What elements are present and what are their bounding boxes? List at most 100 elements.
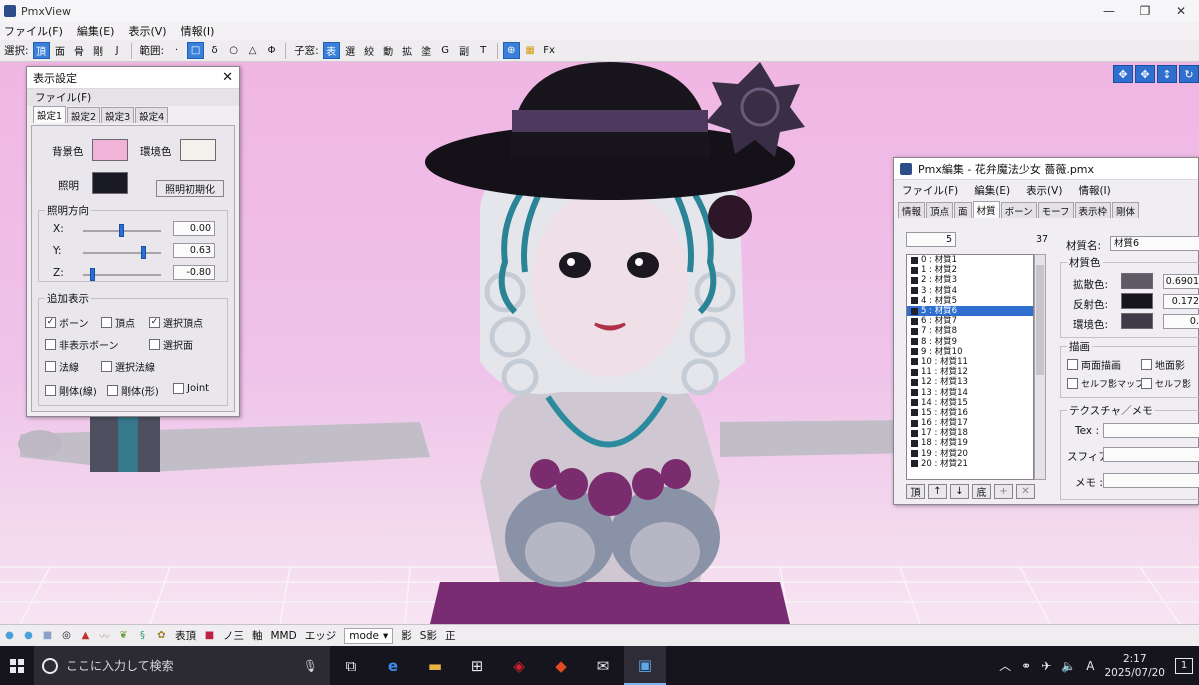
material-list-item[interactable]: 19 : 材質20 [907,449,1033,459]
rigid-line-check-box[interactable] [45,385,56,396]
child-filter-button[interactable]: 絞 [361,42,378,59]
vertex-check-box[interactable] [101,317,112,328]
joint-checkbox[interactable]: Joint [173,383,209,394]
status-axis-display[interactable]: 軸 [248,628,267,643]
child-g-button[interactable]: G [437,42,454,59]
start-button[interactable] [0,646,34,685]
ground-shadow-check-box[interactable] [1141,359,1152,370]
normal-checkbox[interactable]: 法線 [45,359,79,374]
hidden-bone-checkbox[interactable]: 非表示ボーン [45,337,119,352]
light-color-swatch[interactable] [92,172,128,194]
material-list-item[interactable]: 8 : 材質9 [907,337,1033,347]
self-shadow-check-box[interactable] [1141,378,1152,389]
tex-field[interactable] [1103,423,1199,438]
display-settings-titlebar[interactable]: 表示設定 ✕ [27,67,239,89]
material-list-item[interactable]: 6 : 材質7 [907,316,1033,326]
menu-view[interactable]: 表示(V) [124,23,176,39]
bone-check-box[interactable]: ✓ [45,317,56,328]
specular-value[interactable]: 0.172 [1163,294,1199,309]
pmx-menu-view[interactable]: 表示(V) [1018,183,1070,198]
material-list-item[interactable]: 12 : 材質13 [907,377,1033,387]
child-scale-button[interactable]: 拡 [399,42,416,59]
tab-display-frame[interactable]: 表示枠 [1074,202,1112,218]
airplane-icon[interactable]: ✈ [1041,659,1051,673]
material-list-item[interactable]: 11 : 材質12 [907,367,1033,377]
status-shadow[interactable]: 影 [397,628,416,643]
status-wave-icon[interactable]: 〰 [97,628,112,644]
pmxeditor-task-icon[interactable]: ▣ [624,646,666,685]
select-joint-button[interactable]: J [109,42,126,59]
status-extra-icon[interactable]: ✿ [154,628,169,644]
clock[interactable]: 2:17 2025/07/20 [1104,652,1165,680]
move-up-button[interactable]: ↑ [928,484,947,499]
tab-material[interactable]: 材質 [972,201,1000,218]
move-top-button[interactable]: 頂 [906,484,925,499]
range-triangle-button[interactable]: △ [244,42,261,59]
material-list-item[interactable]: 5 : 材質6 [907,305,1033,317]
double-sided-checkbox[interactable]: 両面描画 [1067,357,1121,372]
x-value[interactable]: 0.00 [173,221,215,236]
material-list-item[interactable]: 10 : 材質11 [907,357,1033,367]
selected-normal-check-box[interactable] [101,361,112,372]
rotate-view-icon[interactable]: ↻ [1179,65,1199,83]
tab-setting-2[interactable]: 設定2 [67,107,101,123]
grid-icon[interactable]: ▦ [522,42,539,59]
minimize-button[interactable]: — [1091,0,1127,22]
status-triangle-icon[interactable]: ▲ [78,628,93,644]
z-slider[interactable] [83,268,161,281]
ime-indicator[interactable]: A [1086,659,1094,673]
display-settings-file-menu[interactable]: ファイル(F) [27,90,99,105]
child-t-button[interactable]: T [475,42,492,59]
x-slider[interactable] [83,224,161,237]
self-shadow-map-checkbox[interactable]: セルフ影マップ [1067,377,1144,390]
light-reset-button[interactable]: 照明初期化 [156,180,224,197]
pmx-menu-edit[interactable]: 編集(E) [966,183,1018,198]
tab-info[interactable]: 情報 [898,202,926,218]
add-material-button[interactable]: + [994,484,1013,499]
status-circle-icon[interactable]: ◎ [59,628,74,644]
store-icon[interactable]: ⊞ [456,646,498,685]
taskbar-search[interactable]: ここに入力して検索 🎙 [34,646,330,685]
specular-color-swatch[interactable] [1121,293,1153,309]
env-color-swatch[interactable] [180,139,216,161]
material-list[interactable]: 0 : 材質1 1 : 材質2 2 : 材質3 3 : 材質4 4 : 材質5 5 : 材… [906,254,1034,480]
material-list-item[interactable]: 14 : 材質15 [907,398,1033,408]
mcafee-icon[interactable]: ◈ [498,646,540,685]
range-point-button[interactable]: · [168,42,185,59]
child-move-button[interactable]: 動 [380,42,397,59]
main-titlebar[interactable]: PmxView — ❐ ✕ [0,0,1199,22]
memo-field[interactable] [1103,473,1199,488]
self-shadow-checkbox[interactable]: セルフ影 [1141,377,1191,390]
select-bone-button[interactable]: 骨 [71,42,88,59]
hidden-bone-check-box[interactable] [45,339,56,350]
menu-file[interactable]: ファイル(F) [0,23,73,39]
status-color-icon[interactable]: ■ [202,628,217,644]
tab-rigid[interactable]: 剛体 [1112,202,1140,218]
task-view-icon[interactable]: ⧉ [330,646,372,685]
double-sided-check-box[interactable] [1067,359,1078,370]
maximize-button[interactable]: ❐ [1127,0,1163,22]
selected-vertex-checkbox[interactable]: ✓ 選択頂点 [149,315,203,330]
microphone-icon[interactable]: 🎙 [303,659,318,673]
selected-vertex-check-box[interactable]: ✓ [149,317,160,328]
move-view-icon[interactable]: ✥ [1113,65,1133,83]
status-leaf-icon[interactable]: ❦ [116,628,131,644]
selected-face-checkbox[interactable]: 選択面 [149,337,193,352]
select-rigid-button[interactable]: 剛 [90,42,107,59]
sphere-field[interactable] [1103,447,1199,462]
z-value[interactable]: -0.80 [173,265,215,280]
y-slider-thumb[interactable] [141,246,147,259]
joint-check-box[interactable] [173,383,184,394]
rigid-shape-check-box[interactable] [107,385,118,396]
material-list-item[interactable]: 1 : 材質2 [907,265,1033,275]
move-bottom-button[interactable]: 底 [972,484,991,499]
range-lasso-button[interactable]: δ [206,42,223,59]
range-circle-button[interactable]: ○ [225,42,242,59]
selected-normal-checkbox[interactable]: 選択法線 [101,359,155,374]
menu-edit[interactable]: 編集(E) [73,23,125,39]
status-vertex-display[interactable]: 表頂 [171,628,200,643]
status-square-icon[interactable]: ■ [40,628,55,644]
zoom-view-icon[interactable]: ↕ [1157,65,1177,83]
bone-checkbox[interactable]: ✓ ボーン [45,315,89,330]
tab-bone[interactable]: ボーン [1000,202,1037,218]
